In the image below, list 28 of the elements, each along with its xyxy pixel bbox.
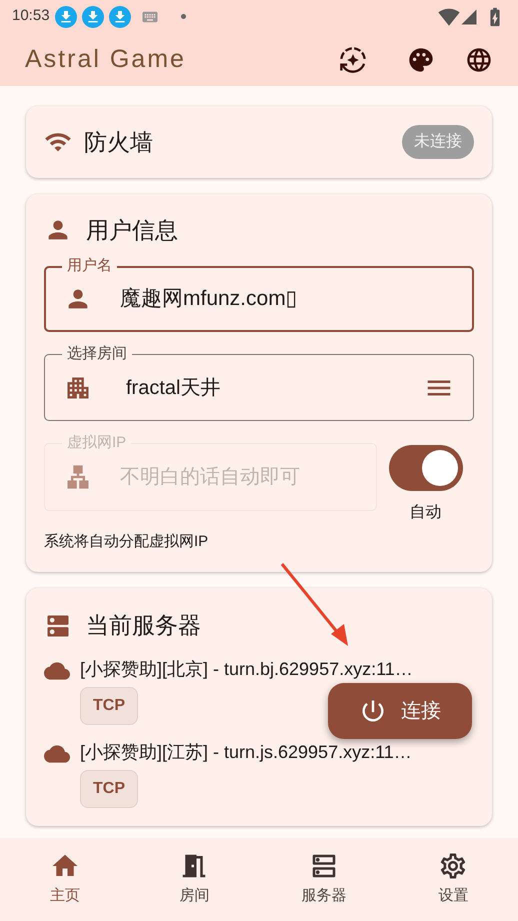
auto-mode-button[interactable] [339,46,367,74]
nav-tab[interactable]: 服务器 [259,838,388,921]
nav-tab[interactable]: 主页 [0,838,130,921]
card-title: 用户信息 [86,216,178,245]
hint-text: 系统将自动分配虚拟网IP [44,532,210,552]
download-icon [108,6,131,28]
signal-icon [460,8,478,26]
connect-button[interactable]: 连接 [328,683,472,739]
nav-tab[interactable]: 房间 [130,838,259,921]
download-icon [54,6,77,28]
protocol-tag: TCP [80,770,138,808]
protocol-tag: TCP [80,686,138,724]
auto-toggle[interactable] [388,445,462,491]
download-icon [82,6,104,28]
app-title: Astral Game [25,44,187,75]
toggle-label: 自动 [410,503,442,523]
server-name: [小探赞助][北京] - turn.bj.629957.xyz:11… [80,658,413,681]
username-value: 魔趣网mfunz.com▯ [120,286,298,312]
firewall-title: 防火墙 [84,128,154,157]
status-time: 10:53 [12,6,50,26]
server-name: [小探赞助][江苏] - turn.js.629957.xyz:11… [80,740,412,764]
language-button[interactable] [465,46,493,74]
status-badge: 未连接 [402,125,474,159]
nav-tab[interactable]: 设置 [388,838,518,921]
placeholder-text: 不明白的话自动即可 [120,465,300,490]
room-value: fractal天井 [126,376,222,400]
palette-button[interactable] [407,46,435,74]
card-title: 当前服务器 [86,611,201,640]
